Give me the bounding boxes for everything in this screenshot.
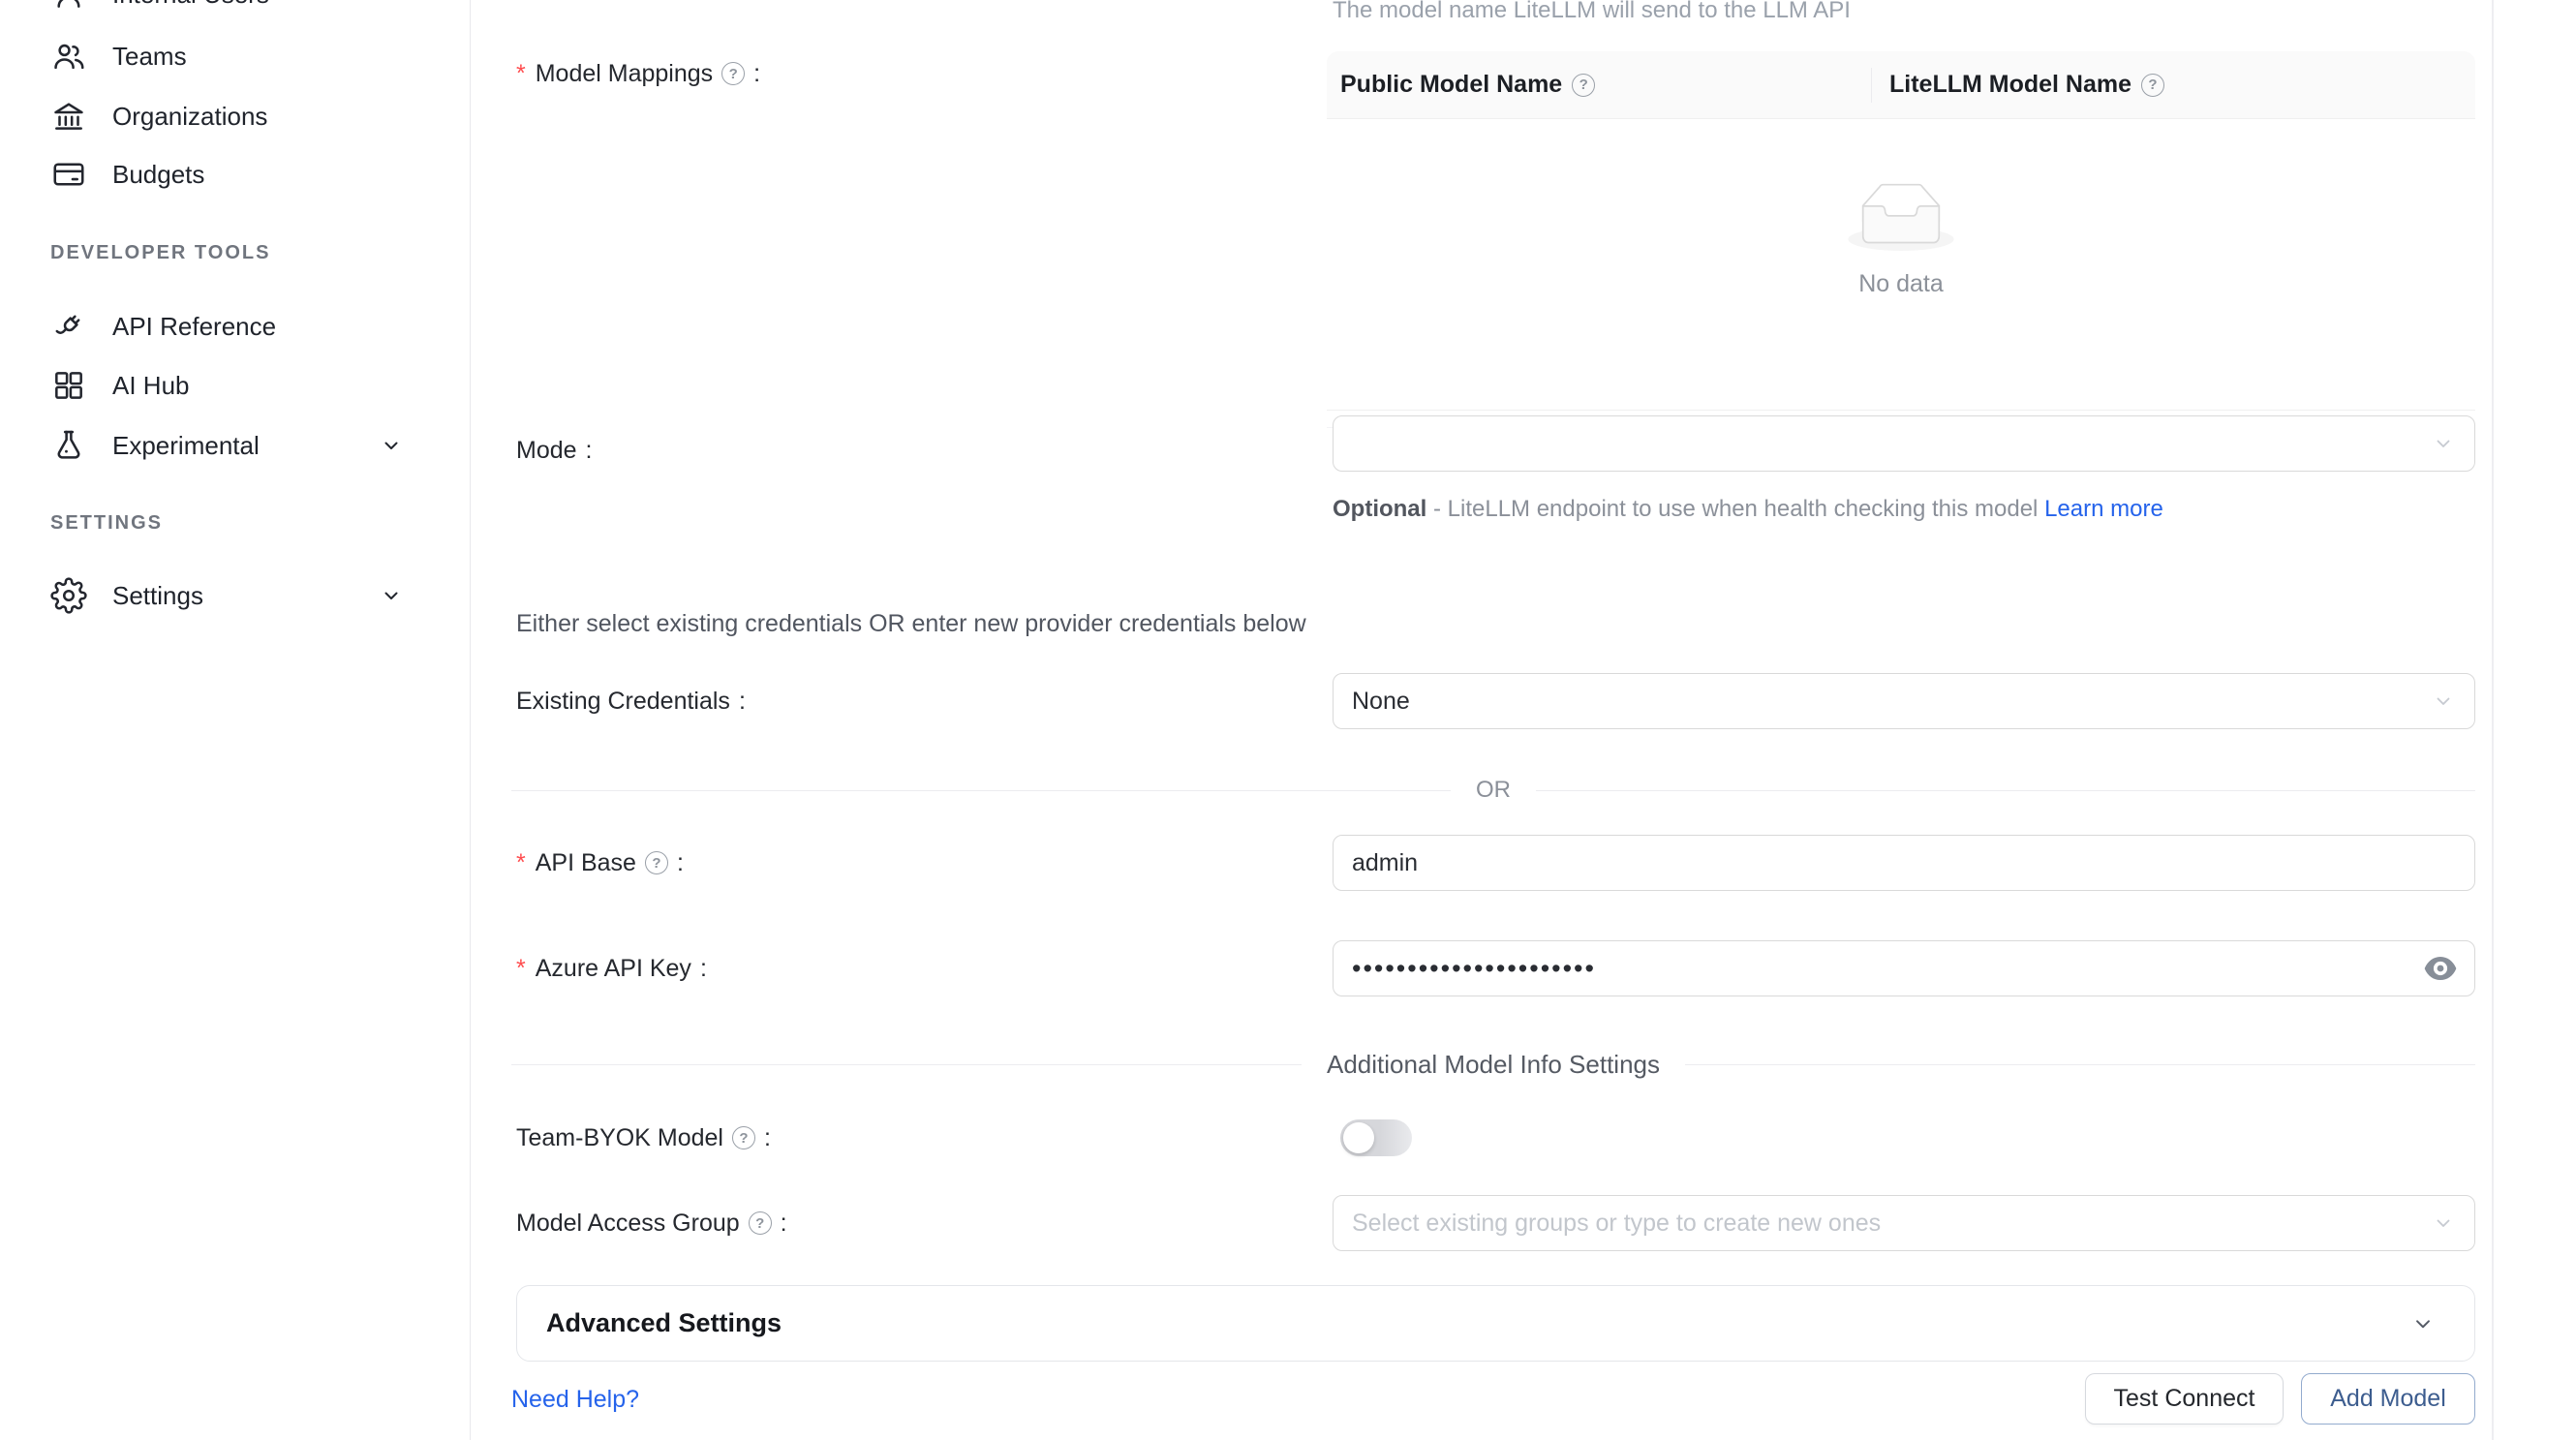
no-data-text: No data [1858,270,1944,298]
model-mappings-label: * Model Mappings ? : [516,56,760,91]
column-header-public-model-name: Public Model Name ? [1327,71,1871,99]
team-byok-label: Team-BYOK Model ? : [516,1120,771,1155]
plug-icon [50,308,87,345]
sidebar-item-label: Internal Users [112,0,269,10]
azure-api-key-input[interactable]: •••••••••••••••••••••• [1333,940,2475,996]
required-marker: * [516,955,526,983]
grid-icon [50,367,87,404]
sidebar-item-label: Budgets [112,160,204,190]
help-circle-icon[interactable]: ? [645,851,668,874]
credit-card-icon [50,156,87,193]
sidebar-item-organizations[interactable]: Organizations [0,87,416,145]
bank-icon [50,98,87,135]
existing-credentials-value: None [1352,688,1410,716]
mode-label: Mode : [516,433,593,468]
users-icon [50,38,87,75]
sidebar-item-label: Experimental [112,431,260,461]
mode-select[interactable] [1333,415,2475,472]
table-empty-state: No data [1327,119,2475,411]
learn-more-link[interactable]: Learn more [2044,496,2163,522]
sidebar-item-label: Settings [112,581,203,611]
azure-api-key-label: * Azure API Key : [516,951,707,986]
toggle-knob [1343,1122,1374,1153]
help-circle-icon[interactable]: ? [721,62,745,85]
model-access-group-placeholder: Select existing groups or type to create… [1352,1210,1881,1238]
model-mappings-table: Public Model Name ? LiteLLM Model Name ?… [1327,51,2475,428]
sidebar-item-experimental[interactable]: Experimental [0,416,416,475]
test-connect-button[interactable]: Test Connect [2085,1373,2284,1425]
or-divider: OR [511,776,2475,805]
column-header-litellm-model-name: LiteLLM Model Name ? [1871,68,2164,103]
required-marker: * [516,849,526,877]
api-base-label: * API Base ? : [516,845,684,880]
sidebar-item-api-reference[interactable]: API Reference [0,297,416,355]
mode-helper-text: Optional - LiteLLM endpoint to use when … [1333,490,2253,528]
team-byok-toggle[interactable] [1340,1119,1412,1156]
empty-box-icon [1848,183,1954,251]
sidebar-item-internal-users[interactable]: Internal Users [0,0,416,23]
sidebar-item-budgets[interactable]: Budgets [0,145,416,203]
model-access-group-select[interactable]: Select existing groups or type to create… [1333,1195,2475,1251]
chevron-down-icon [380,434,403,457]
litellm-admin-screen: Internal Users Teams Organizations Budge… [0,0,2576,1440]
masked-api-key-value: •••••••••••••••••••••• [1352,940,1596,996]
or-divider-text: OR [1476,777,1511,804]
gear-icon [50,577,87,614]
select-chevron-down-icon [2432,689,2455,713]
api-base-value: admin [1352,849,1418,877]
sidebar-item-label: API Reference [112,312,276,342]
additional-info-divider-text: Additional Model Info Settings [1327,1050,1660,1080]
help-circle-icon[interactable]: ? [749,1211,772,1235]
flask-icon [50,427,87,464]
sidebar-item-settings[interactable]: Settings [0,567,416,625]
chevron-down-icon [2410,1311,2436,1336]
sidebar-item-label: Organizations [112,102,267,132]
help-circle-icon[interactable]: ? [732,1126,755,1149]
sidebar-section-title-developer-tools: DEVELOPER TOOLS [50,242,270,264]
existing-credentials-label: Existing Credentials : [516,684,746,719]
chevron-down-icon [380,584,403,607]
select-chevron-down-icon [2432,432,2455,455]
sidebar-item-ai-hub[interactable]: AI Hub [0,356,416,414]
advanced-settings-title: Advanced Settings [546,1308,782,1338]
sidebar-item-label: Teams [112,42,187,72]
advanced-settings-accordion[interactable]: Advanced Settings [516,1285,2475,1362]
add-model-button[interactable]: Add Model [2301,1373,2475,1425]
need-help-link[interactable]: Need Help? [511,1386,639,1414]
model-name-caption: The model name LiteLLM will send to the … [1333,0,1851,24]
sidebar-item-teams[interactable]: Teams [0,27,416,85]
additional-info-divider: Additional Model Info Settings [511,1050,2475,1079]
content-right-border [2492,0,2494,1440]
existing-credentials-select[interactable]: None [1333,673,2475,729]
model-access-group-label: Model Access Group ? : [516,1206,787,1241]
credentials-note: Either select existing credentials OR en… [516,610,1306,638]
select-chevron-down-icon [2432,1211,2455,1235]
eye-icon[interactable] [2424,957,2457,981]
required-marker: * [516,60,526,88]
user-icon [50,0,87,13]
sidebar: Internal Users Teams Organizations Budge… [0,0,471,1440]
sidebar-item-label: AI Hub [112,371,190,401]
help-circle-icon[interactable]: ? [1572,74,1595,97]
api-base-input[interactable]: admin [1333,835,2475,891]
sidebar-section-title-settings: SETTINGS [50,512,163,535]
table-header-row: Public Model Name ? LiteLLM Model Name ? [1327,51,2475,119]
help-circle-icon[interactable]: ? [2141,74,2164,97]
